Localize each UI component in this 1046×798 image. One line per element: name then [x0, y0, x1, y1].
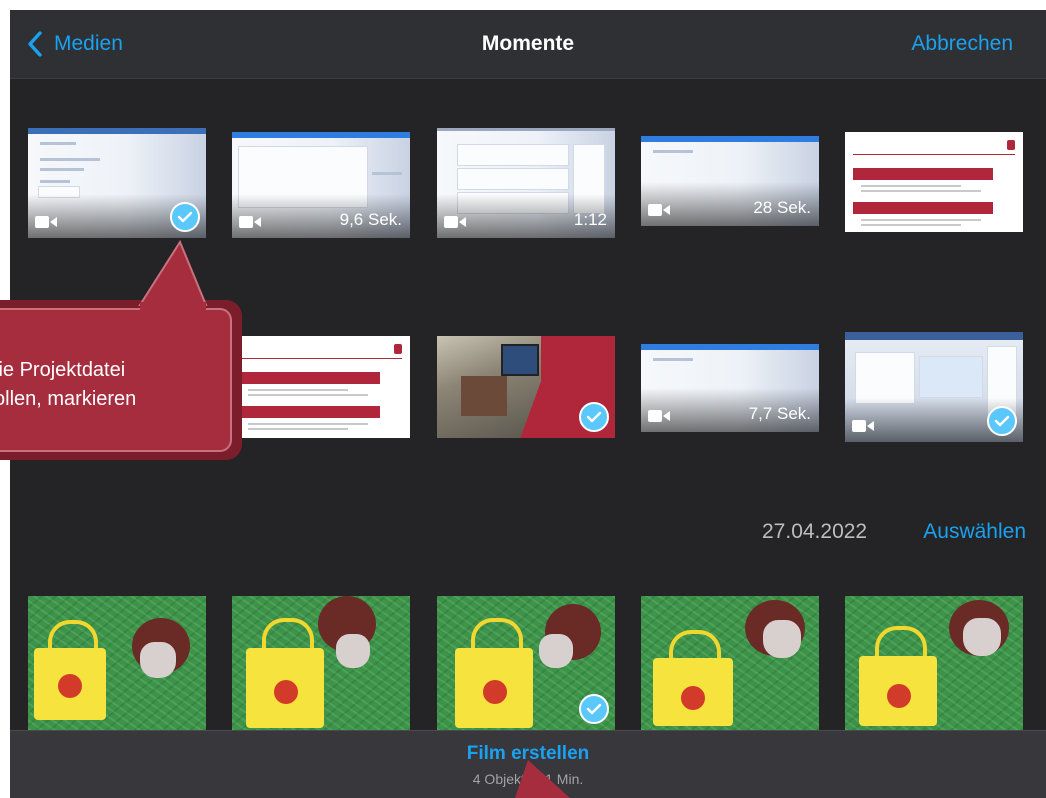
selected-checkmark-icon [579, 694, 609, 724]
media-thumbnail[interactable] [845, 132, 1023, 232]
media-thumbnail[interactable]: 9,6 Sek. [232, 132, 410, 238]
bottom-toolbar: Film erstellen 4 Objekte · 1 Min. [10, 730, 1046, 798]
instruction-callout: lie Projektdatei ollen, markieren [0, 300, 242, 460]
callout-line-1: lie Projektdatei [0, 359, 126, 381]
logo-icon [1007, 140, 1015, 150]
cancel-button[interactable]: Abbrechen [911, 32, 1013, 56]
section-date: 27.04.2022 [762, 520, 868, 543]
video-camera-icon [852, 420, 874, 432]
selected-checkmark-icon [170, 202, 200, 232]
navigation-bar: Medien Momente Abbrechen [10, 10, 1046, 79]
media-thumbnail[interactable]: 1:12 [437, 128, 615, 238]
media-thumbnail[interactable] [28, 128, 206, 238]
photo-thumbnail[interactable] [232, 596, 410, 730]
video-camera-icon [239, 216, 261, 228]
callout-text: lie Projektdatei ollen, markieren [0, 356, 224, 414]
photo-thumbnail[interactable] [437, 596, 615, 730]
video-camera-icon [648, 410, 670, 422]
video-duration: 1:12 [573, 210, 607, 229]
callout-line-2: ollen, markieren [0, 388, 137, 410]
video-camera-icon [444, 216, 466, 228]
video-camera-icon [648, 204, 670, 216]
media-thumbnail[interactable] [845, 332, 1023, 442]
video-duration: 28 Sek. [753, 198, 811, 217]
photo-thumbnail[interactable] [641, 596, 819, 730]
selected-checkmark-icon [987, 406, 1017, 436]
media-thumbnail[interactable] [437, 336, 615, 438]
selected-checkmark-icon [579, 402, 609, 432]
media-thumbnail[interactable] [232, 336, 410, 438]
video-camera-icon [35, 216, 57, 228]
photo-thumbnail[interactable] [845, 596, 1023, 730]
video-duration: 9,6 Sek. [339, 210, 402, 229]
select-button[interactable]: Auswählen [923, 520, 1026, 544]
selection-info: 4 Objekte · 1 Min. [472, 771, 584, 787]
create-film-button[interactable]: Film erstellen [10, 743, 1046, 765]
page-title: Momente [481, 32, 575, 55]
media-thumbnail[interactable]: 7,7 Sek. [641, 344, 819, 432]
media-thumbnail[interactable]: 28 Sek. [641, 136, 819, 226]
video-duration: 7,7 Sek. [748, 404, 811, 423]
logo-icon [394, 344, 402, 354]
photo-thumbnail[interactable] [28, 596, 206, 730]
